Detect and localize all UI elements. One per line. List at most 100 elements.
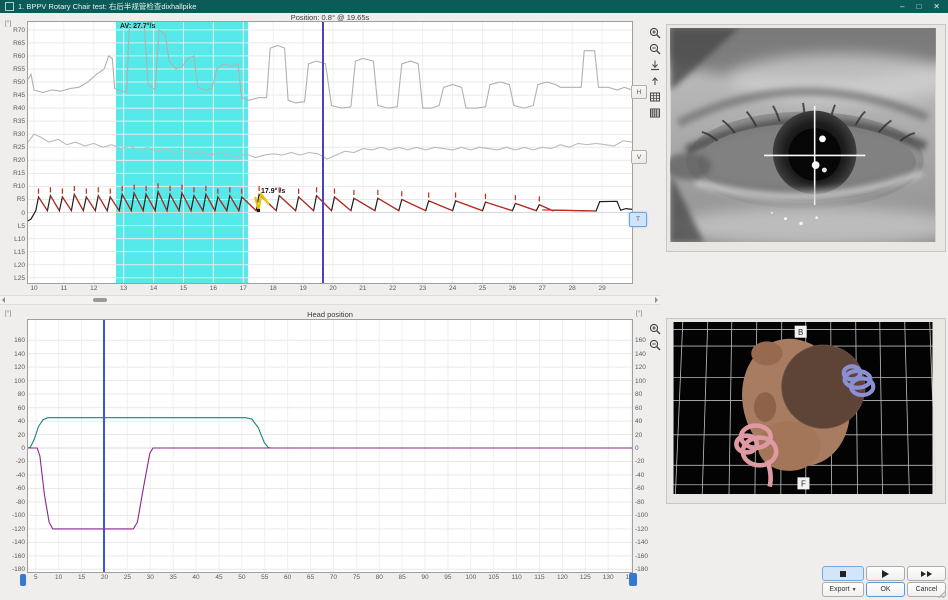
head-plot-area[interactable] [27, 319, 633, 573]
torsional-channel-button[interactable]: T [629, 212, 647, 227]
vertical-channel-button[interactable]: V [631, 150, 647, 164]
slow-phase-velocity-label: 17.9° /s [261, 188, 285, 195]
x-tick-label: 95 [437, 574, 459, 581]
head-zoom-out-button[interactable] [648, 338, 661, 351]
minimize-button[interactable]: – [900, 0, 904, 13]
x-tick-label: 15 [71, 574, 93, 581]
y-tick-label: -20 [1, 458, 25, 465]
y-tick-label: -20 [635, 458, 659, 465]
y-tick-label: -60 [1, 485, 25, 492]
y-tick-label: 40 [635, 418, 659, 425]
y-tick-label: -180 [635, 566, 659, 573]
zoom-in-button[interactable] [648, 26, 661, 39]
y-tick-label: -40 [1, 472, 25, 479]
svg-text:F: F [801, 480, 806, 489]
x-tick-label: 70 [322, 574, 344, 581]
table-icon [649, 91, 661, 103]
x-tick-label: 20 [93, 574, 115, 581]
y-tick-label: R40 [1, 105, 25, 112]
x-tick-label: 16 [202, 285, 224, 292]
head-3d-view: B F [670, 322, 936, 494]
y-tick-label: 20 [1, 432, 25, 439]
head-unit-label-right: [°] [636, 310, 642, 317]
x-tick-label: 40 [185, 574, 207, 581]
resize-grip[interactable] [938, 590, 946, 598]
x-tick-label: 10 [48, 574, 70, 581]
zoom-out-icon [649, 43, 661, 55]
y-tick-label: 60 [1, 405, 25, 412]
back-label: B [795, 326, 807, 338]
y-tick-label: R15 [1, 170, 25, 177]
x-tick-label: 27 [531, 285, 553, 292]
zoom-out-button[interactable] [648, 42, 661, 55]
y-tick-label: R25 [1, 144, 25, 151]
fit-height-button[interactable] [648, 58, 661, 71]
y-tick-label: 0 [635, 445, 659, 452]
position-unit-label: [°] [5, 20, 11, 27]
zoom-out-icon [649, 339, 661, 351]
y-tick-label: -40 [635, 472, 659, 479]
scroll-left-icon[interactable] [2, 297, 5, 303]
zoom-in-icon [649, 323, 661, 335]
head-3d-panel[interactable]: B F [666, 318, 946, 504]
horizontal-channel-button[interactable]: H [631, 85, 647, 99]
x-tick-label: 29 [591, 285, 613, 292]
play-button[interactable] [866, 566, 905, 581]
export-button[interactable]: Export ▼ [822, 582, 864, 597]
move-up-button[interactable] [648, 74, 661, 87]
scroll-right-icon[interactable] [655, 297, 658, 303]
y-tick-label: -180 [1, 566, 25, 573]
y-tick-label: -100 [1, 512, 25, 519]
y-tick-label: R30 [1, 131, 25, 138]
svg-text:B: B [798, 328, 803, 337]
x-tick-label: 45 [208, 574, 230, 581]
x-tick-label: 12 [83, 285, 105, 292]
y-tick-label: R20 [1, 157, 25, 164]
head-chart-title: Head position [28, 310, 632, 319]
x-tick-label: 22 [382, 285, 404, 292]
x-tick-label: 30 [139, 574, 161, 581]
y-tick-label: 100 [1, 378, 25, 385]
stop-button[interactable] [822, 566, 864, 581]
x-tick-label: 24 [442, 285, 464, 292]
range-end-handle[interactable] [629, 573, 637, 586]
position-chart-scrollbar[interactable] [0, 295, 660, 305]
head-zoom-in-button[interactable] [648, 322, 661, 335]
x-tick-label: 90 [414, 574, 436, 581]
y-tick-label: L5 [1, 223, 25, 230]
x-tick-label: 125 [574, 574, 596, 581]
y-tick-label: R45 [1, 92, 25, 99]
y-tick-label: L15 [1, 249, 25, 256]
head-time-cursor[interactable] [103, 320, 105, 572]
y-tick-label: -120 [635, 526, 659, 533]
y-tick-label: 20 [635, 432, 659, 439]
x-tick-label: 60 [277, 574, 299, 581]
app-icon [5, 2, 14, 11]
y-tick-label: R60 [1, 53, 25, 60]
table-button[interactable] [648, 90, 661, 103]
ok-button[interactable]: OK [866, 582, 905, 597]
y-tick-label: 0 [1, 445, 25, 452]
range-start-handle[interactable] [20, 574, 26, 586]
table-dense-button[interactable] [648, 106, 661, 119]
x-tick-label: 23 [412, 285, 434, 292]
close-button[interactable]: ✕ [933, 0, 940, 13]
fast-forward-button[interactable] [907, 566, 946, 581]
play-icon [882, 570, 889, 578]
y-tick-label: R70 [1, 27, 25, 34]
x-tick-label: 120 [551, 574, 573, 581]
x-tick-label: 18 [262, 285, 284, 292]
y-tick-label: -80 [1, 499, 25, 506]
y-tick-label: R65 [1, 40, 25, 47]
front-label: F [797, 477, 809, 489]
x-tick-label: 28 [561, 285, 583, 292]
x-tick-label: 110 [506, 574, 528, 581]
x-tick-label: 80 [368, 574, 390, 581]
scrollbar-thumb[interactable] [93, 298, 107, 302]
y-tick-label: -60 [635, 485, 659, 492]
position-time-cursor[interactable] [322, 22, 324, 283]
selection-region[interactable] [116, 22, 248, 283]
fit-height-icon [649, 59, 661, 71]
maximize-button[interactable]: □ [916, 0, 921, 13]
x-tick-label: 75 [345, 574, 367, 581]
